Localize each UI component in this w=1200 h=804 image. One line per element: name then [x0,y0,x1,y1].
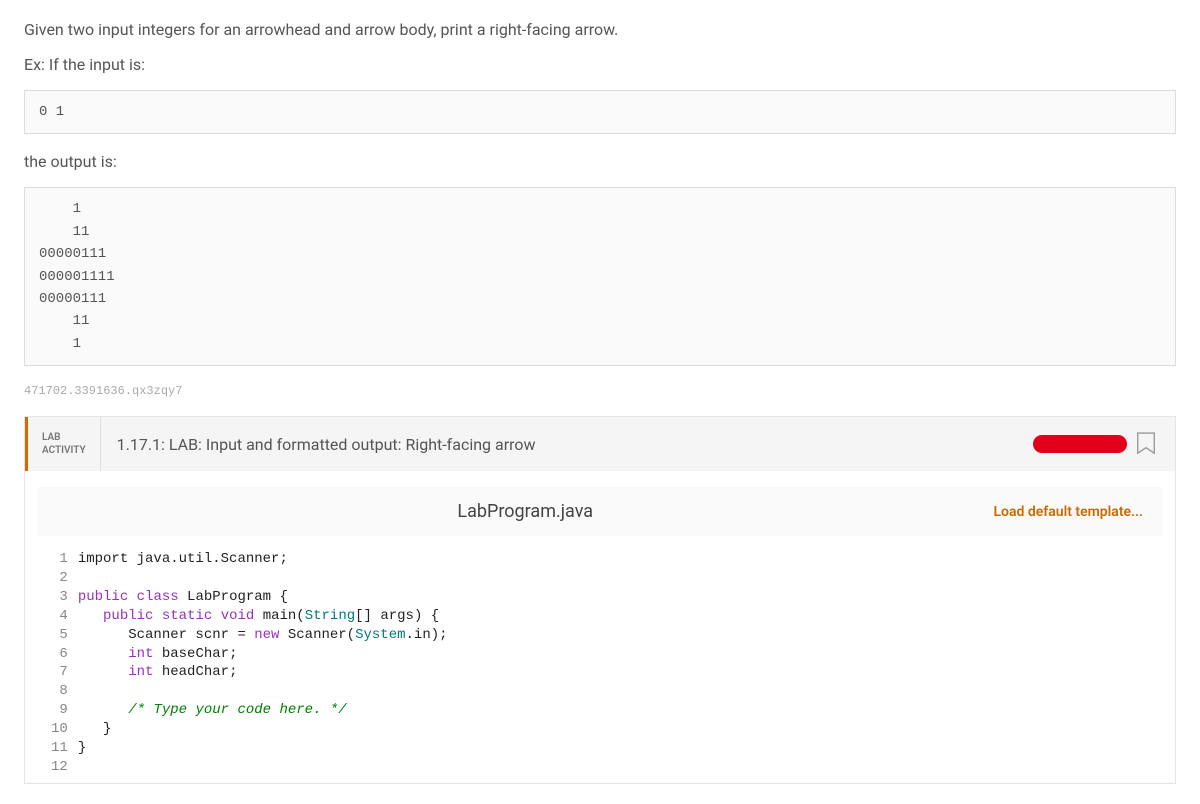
file-name: LabProgram.java [57,501,993,522]
bookmark-icon[interactable] [1135,430,1157,458]
code-area[interactable]: import java.util.Scanner; public class L… [78,550,1163,777]
code-line[interactable]: /* Type your code here. */ [78,701,1163,720]
line-number: 10 [51,720,68,739]
code-line[interactable]: } [78,739,1163,758]
line-number: 4 [51,607,68,626]
code-line[interactable]: public class LabProgram { [78,588,1163,607]
lab-activity-container: LAB ACTIVITY 1.17.1: LAB: Input and form… [24,416,1176,784]
line-number: 5 [51,626,68,645]
code-line[interactable]: } [78,720,1163,739]
prompt-line-3: the output is: [24,152,1176,171]
line-number: 2 [51,569,68,588]
line-number: 9 [51,701,68,720]
code-line[interactable]: import java.util.Scanner; [78,550,1163,569]
line-number: 8 [51,682,68,701]
input-example-box: 0 1 [24,90,1176,134]
code-editor[interactable]: 123456789101112 import java.util.Scanner… [37,536,1163,783]
lab-header: LAB ACTIVITY 1.17.1: LAB: Input and form… [25,417,1175,471]
lab-tag: LAB ACTIVITY [28,417,101,471]
prompt-line-2: Ex: If the input is: [24,55,1176,74]
lab-tag-line1: LAB [42,431,86,444]
file-row: LabProgram.java Load default template... [37,487,1163,536]
line-number: 3 [51,588,68,607]
code-line[interactable]: public static void main(String[] args) { [78,607,1163,626]
line-number: 12 [51,758,68,777]
lab-title: 1.17.1: LAB: Input and formatted output:… [101,417,1017,471]
footer-code: 471702.3391636.qx3zqy7 [24,384,1176,398]
line-number: 11 [51,739,68,758]
code-line[interactable] [78,758,1163,777]
code-line[interactable]: int baseChar; [78,645,1163,664]
line-number: 6 [51,645,68,664]
lab-header-right [1017,417,1175,471]
code-line[interactable] [78,569,1163,588]
code-line[interactable]: int headChar; [78,663,1163,682]
line-number-gutter: 123456789101112 [37,550,78,777]
line-number: 1 [51,550,68,569]
lab-tag-line2: ACTIVITY [42,444,86,457]
code-line[interactable] [78,682,1163,701]
line-number: 7 [51,663,68,682]
prompt-line-1: Given two input integers for an arrowhea… [24,20,1176,39]
redaction-mark [1035,437,1125,451]
code-line[interactable]: Scanner scnr = new Scanner(System.in); [78,626,1163,645]
output-example-box: 1 11 00000111 000001111 00000111 11 1 [24,187,1176,366]
load-default-template-link[interactable]: Load default template... [993,504,1143,520]
